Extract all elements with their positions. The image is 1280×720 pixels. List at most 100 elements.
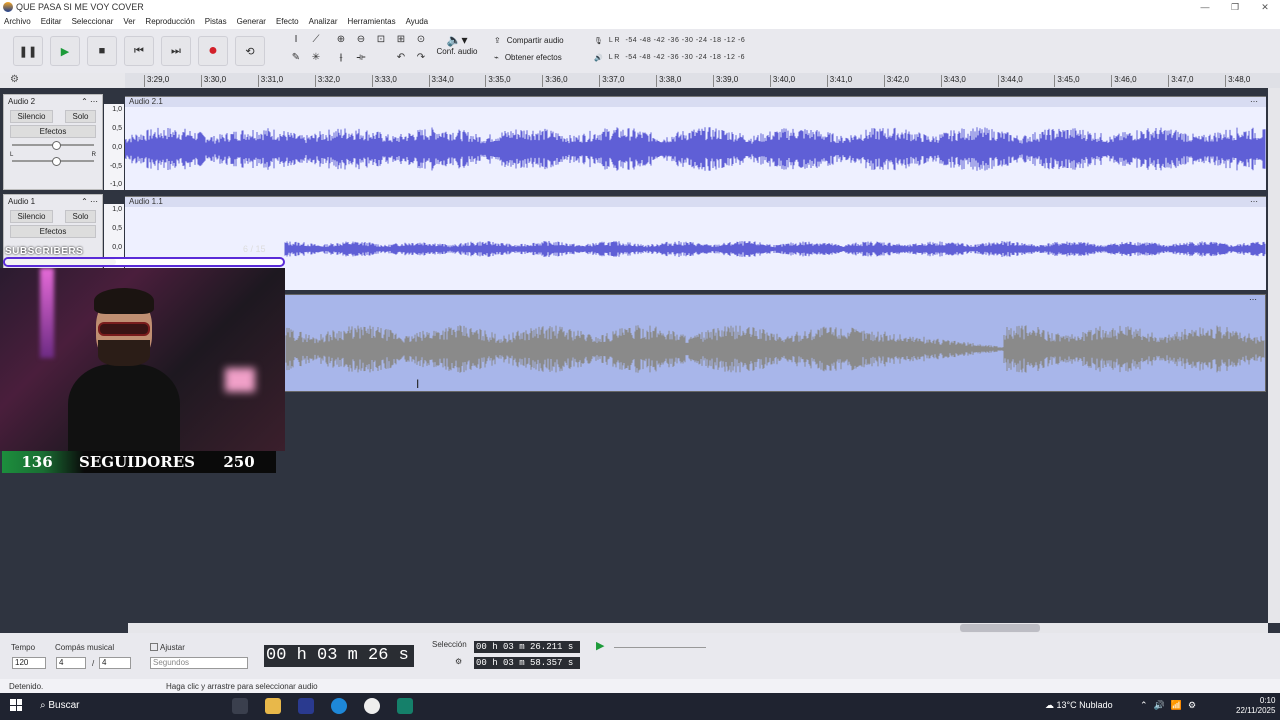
- trim-icon[interactable]: ⫲: [333, 49, 349, 65]
- clip-menu-icon[interactable]: ⋯: [1250, 197, 1258, 207]
- audio-clip-2-1[interactable]: Audio 2.1 ⋯: [125, 96, 1266, 190]
- selection-start[interactable]: 00 h 03 m 26.211 s: [474, 641, 580, 653]
- fit-project-icon[interactable]: ⊞: [393, 31, 409, 47]
- clip-menu-icon[interactable]: ⋯: [1250, 97, 1258, 107]
- timeline-ruler[interactable]: ⚙ 3:29,0 3:30,0 3:31,0 3:32,0 3:33,0 3:34,0 3:…: [0, 73, 1280, 88]
- file-explorer-icon[interactable]: [265, 698, 281, 714]
- record-button[interactable]: ●: [198, 36, 228, 66]
- progress-fill: [5, 259, 117, 265]
- clip-menu-icon[interactable]: ⋯: [126, 295, 1265, 305]
- playback-speed-slider[interactable]: [614, 647, 706, 648]
- menu-analizar[interactable]: Analizar: [309, 17, 338, 26]
- playback-meter[interactable]: 🔊 L R -54 -48 -42 -36 -30 -24 -18 -12 -6: [594, 49, 745, 66]
- time-display[interactable]: 00 h 03 m 26 s: [264, 645, 414, 667]
- solo-button[interactable]: Solo: [65, 110, 96, 123]
- snap-checkbox[interactable]: [150, 643, 158, 651]
- get-effects-button[interactable]: ⌁ Obtener efectos: [494, 49, 564, 66]
- record-meter[interactable]: 🎙 L R -54 -48 -42 -36 -30 -24 -18 -12 -6: [594, 32, 745, 49]
- zoom-in-icon[interactable]: ⊕: [333, 31, 349, 47]
- pan-slider[interactable]: [12, 157, 94, 166]
- upload-icon: ⇪: [494, 36, 501, 45]
- tempo-field[interactable]: 120: [12, 657, 46, 669]
- timeline-settings-icon[interactable]: ⚙: [10, 74, 19, 85]
- ruler-scale[interactable]: 3:29,0 3:30,0 3:31,0 3:32,0 3:33,0 3:34,0 3:35…: [125, 73, 1280, 88]
- time-signature-label: Compás musical: [55, 643, 115, 652]
- pause-button[interactable]: ❚❚: [13, 36, 43, 66]
- weather-widget[interactable]: ☁ 13°C Nublado: [1045, 700, 1113, 711]
- clip-name[interactable]: Audio 1.1: [129, 197, 163, 207]
- vertical-scrollbar[interactable]: [1268, 88, 1280, 623]
- app-icon[interactable]: [397, 698, 413, 714]
- silence-icon[interactable]: ⟛: [353, 49, 369, 65]
- track-menu-icon[interactable]: ⌃ ⋯: [81, 197, 98, 206]
- draw-tool-icon[interactable]: ✎: [288, 49, 304, 65]
- menu-herramientas[interactable]: Herramientas: [348, 17, 396, 26]
- envelope-tool-icon[interactable]: ⟋: [308, 31, 324, 47]
- menu-pistas[interactable]: Pistas: [205, 17, 227, 26]
- stop-button[interactable]: ■: [87, 36, 117, 66]
- play-button[interactable]: ▶: [50, 36, 80, 66]
- multi-tool-icon[interactable]: ✳: [308, 49, 324, 65]
- menu-ayuda[interactable]: Ayuda: [406, 17, 429, 26]
- fit-selection-icon[interactable]: ⊡: [373, 31, 389, 47]
- chrome-icon[interactable]: [364, 698, 380, 714]
- mute-button[interactable]: Silencio: [10, 210, 53, 223]
- system-tray[interactable]: ⌃🔊📶⚙: [1140, 700, 1202, 711]
- taskbar-clock[interactable]: 0:10 22/11/2025: [1236, 696, 1275, 716]
- audio-clip-1-1[interactable]: Audio 1.1 ⋯: [125, 196, 1266, 290]
- skip-end-button[interactable]: ⏭: [161, 36, 191, 66]
- zoom-toggle-icon[interactable]: ⊙: [413, 31, 429, 47]
- track-header-audio-2[interactable]: Audio 2 ⌃ ⋯ Silencio Solo Efectos L R: [3, 94, 103, 190]
- scroll-thumb[interactable]: [960, 624, 1040, 632]
- share-audio-button[interactable]: ⇪ Compartir audio: [494, 32, 564, 49]
- menu-ver[interactable]: Ver: [123, 17, 135, 26]
- task-view-icon[interactable]: [232, 698, 248, 714]
- track-menu-icon[interactable]: ⌃ ⋯: [81, 97, 98, 106]
- waveform[interactable]: [125, 207, 1266, 291]
- selection-label: Selección: [432, 640, 467, 649]
- track-name[interactable]: Audio 2: [8, 97, 35, 106]
- mute-button[interactable]: Silencio: [10, 110, 53, 123]
- menu-reproduccion[interactable]: Reproducción: [145, 17, 194, 26]
- close-button[interactable]: ✕: [1250, 0, 1280, 14]
- minimize-button[interactable]: —: [1190, 0, 1220, 14]
- menu-generar[interactable]: Generar: [237, 17, 266, 26]
- waveform[interactable]: [126, 305, 1265, 391]
- audio-setup-button[interactable]: 🔈▾ Conf. audio: [432, 33, 482, 56]
- tempo-label: Tempo: [11, 643, 36, 652]
- snap-unit-select[interactable]: Segundos: [150, 657, 248, 669]
- edge-icon[interactable]: [331, 698, 347, 714]
- maximize-button[interactable]: ❐: [1220, 0, 1250, 14]
- effects-button[interactable]: Efectos: [10, 125, 96, 138]
- selection-end[interactable]: 00 h 03 m 58.357 s: [474, 657, 580, 669]
- menu-seleccionar[interactable]: Seleccionar: [72, 17, 114, 26]
- horizontal-scrollbar[interactable]: [128, 623, 1268, 633]
- ruler-tick: 3:29,0: [143, 75, 170, 87]
- skip-start-button[interactable]: ⏮: [124, 36, 154, 66]
- audacity-taskbar-icon[interactable]: [298, 698, 314, 714]
- track-name[interactable]: Audio 1: [8, 197, 35, 206]
- gain-slider[interactable]: [12, 141, 94, 150]
- loop-button[interactable]: ⟲: [235, 36, 265, 66]
- menu-editar[interactable]: Editar: [41, 17, 62, 26]
- selection-settings-icon[interactable]: ⚙: [455, 657, 462, 666]
- meter-denominator[interactable]: 4: [99, 657, 131, 669]
- selection-tool-icon[interactable]: I: [288, 31, 304, 47]
- redo-icon[interactable]: ↷: [413, 49, 429, 65]
- amplitude-scale: 1,0 0,5 0,0 -0,5 -1,0: [104, 104, 124, 190]
- clip-name[interactable]: Audio 2.1: [129, 97, 163, 107]
- windows-start-icon[interactable]: [10, 699, 22, 711]
- effects-button[interactable]: Efectos: [10, 225, 96, 238]
- zoom-out-icon[interactable]: ⊖: [353, 31, 369, 47]
- toolbar: ❚❚ ▶ ■ ⏮ ⏭ ● ⟲ I ⟋ ✎ ✳ ⊕ ⊖ ⊡ ⊞ ⊙ ⫲ ⟛ ↶ ↷…: [0, 29, 1280, 73]
- selected-clip[interactable]: ⋯: [125, 294, 1266, 392]
- undo-icon[interactable]: ↶: [393, 49, 409, 65]
- menu-efecto[interactable]: Efecto: [276, 17, 299, 26]
- solo-button[interactable]: Solo: [65, 210, 96, 223]
- ruler-tick: 3:38,0: [656, 75, 682, 87]
- menu-archivo[interactable]: Archivo: [4, 17, 31, 26]
- waveform[interactable]: [125, 107, 1266, 191]
- meter-numerator[interactable]: 4: [56, 657, 86, 669]
- taskbar-search[interactable]: ⌕ Buscar: [40, 700, 80, 711]
- play-at-speed-icon[interactable]: ▶: [596, 639, 604, 652]
